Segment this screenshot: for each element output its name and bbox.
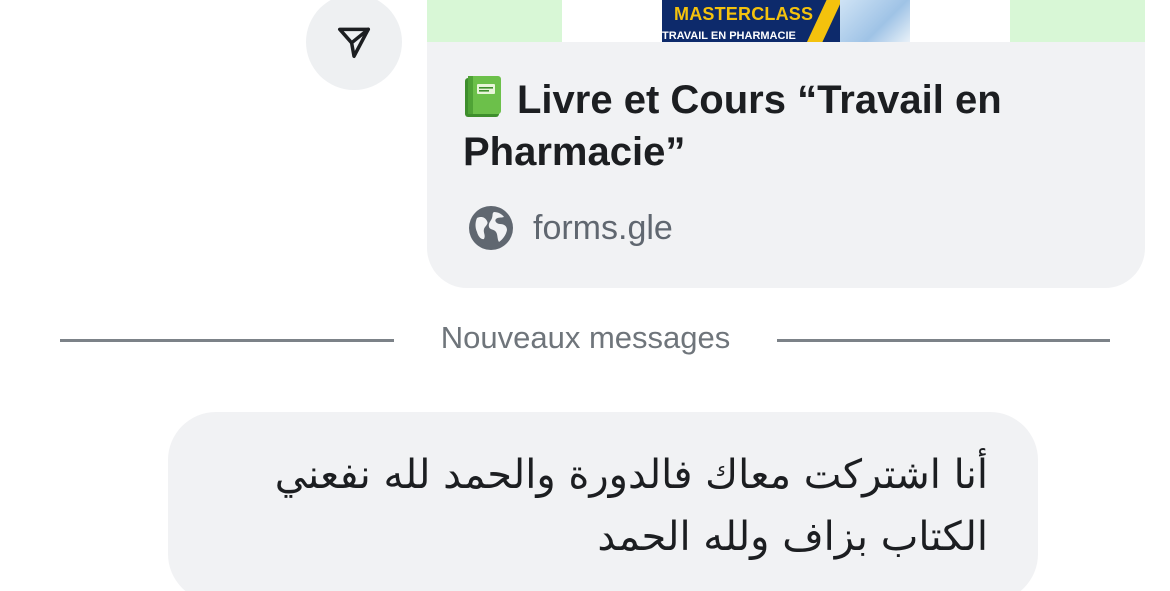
message-bubble[interactable]: أنا اشتركت معاك فالدورة والحمد لله نفعني…	[168, 412, 1038, 591]
link-thumbnail[interactable]: MASTERCLASS TRAVAIL EN PHARMACIE	[427, 0, 1145, 42]
link-domain: forms.gle	[467, 204, 673, 252]
share-button[interactable]	[306, 0, 402, 90]
link-preview-card[interactable]: MASTERCLASS TRAVAIL EN PHARMACIE Livre e…	[427, 0, 1145, 288]
globe-icon	[469, 206, 513, 250]
link-title[interactable]: Livre et Cours “Travail en Pharmacie”	[463, 74, 1103, 178]
domain-text: forms.gle	[533, 208, 673, 247]
thumbnail-poster: MASTERCLASS TRAVAIL EN PHARMACIE	[662, 0, 910, 42]
chat-view: MASTERCLASS TRAVAIL EN PHARMACIE Livre e…	[0, 0, 1170, 591]
message-text: أنا اشتركت معاك فالدورة والحمد لله نفعني…	[274, 452, 988, 560]
poster-title: MASTERCLASS	[674, 4, 814, 24]
poster-subtitle: TRAVAIL EN PHARMACIE	[662, 30, 796, 42]
send-icon	[338, 27, 370, 58]
divider-line-right	[777, 339, 1110, 342]
link-title-text: Livre et Cours “Travail en Pharmacie”	[463, 78, 1002, 174]
new-messages-divider-label: Nouveaux messages	[440, 320, 731, 355]
poster-photo	[840, 0, 910, 42]
green-book-icon	[465, 76, 501, 117]
divider-line-left	[60, 339, 394, 342]
